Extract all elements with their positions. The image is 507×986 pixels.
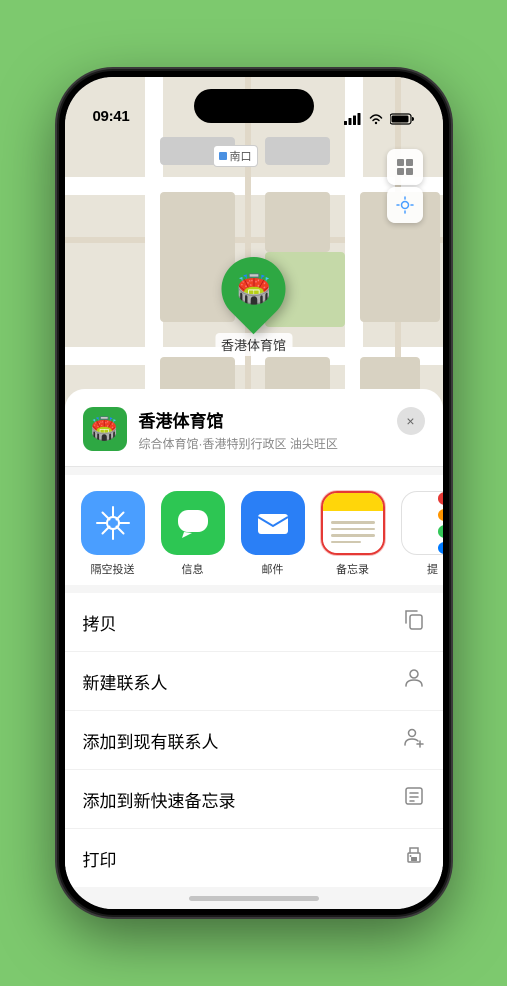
signal-icon bbox=[344, 113, 362, 125]
messages-label: 信息 bbox=[182, 561, 204, 577]
mail-icon bbox=[241, 491, 305, 555]
mail-label: 邮件 bbox=[262, 561, 284, 577]
action-new-contact-label: 新建联系人 bbox=[83, 669, 168, 694]
stadium-pin: 🏟️ bbox=[208, 244, 299, 335]
action-copy[interactable]: 拷贝 bbox=[65, 593, 443, 652]
action-add-existing-label: 添加到现有联系人 bbox=[83, 728, 219, 753]
more-label: 提 bbox=[427, 561, 438, 577]
home-bar bbox=[189, 896, 319, 901]
print-icon bbox=[403, 844, 425, 872]
venue-name: 香港体育馆 bbox=[139, 407, 385, 432]
person-add-icon bbox=[403, 726, 425, 754]
close-icon: × bbox=[406, 413, 414, 429]
notes-label: 备忘录 bbox=[336, 561, 369, 577]
share-item-more[interactable]: 提 bbox=[401, 491, 443, 577]
action-copy-label: 拷贝 bbox=[83, 610, 117, 635]
map-label: 南口 bbox=[213, 145, 258, 167]
share-item-notes[interactable]: 备忘录 bbox=[321, 491, 385, 577]
location-button[interactable] bbox=[387, 187, 423, 223]
wifi-icon bbox=[368, 113, 384, 125]
share-item-airdrop[interactable]: 隔空投送 bbox=[81, 491, 145, 577]
dynamic-island bbox=[194, 89, 314, 123]
venue-info: 香港体育馆 综合体育馆·香港特别行政区 油尖旺区 bbox=[139, 407, 385, 452]
share-item-mail[interactable]: 邮件 bbox=[241, 491, 305, 577]
stadium-marker: 🏟️ 香港体育馆 bbox=[215, 257, 292, 356]
action-quick-note[interactable]: 添加到新快速备忘录 bbox=[65, 770, 443, 829]
airdrop-icon bbox=[81, 491, 145, 555]
memo-icon bbox=[403, 785, 425, 813]
action-quick-note-label: 添加到新快速备忘录 bbox=[83, 787, 236, 812]
venue-header: 🏟️ 香港体育馆 综合体育馆·香港特别行政区 油尖旺区 × bbox=[65, 389, 443, 467]
close-button[interactable]: × bbox=[397, 407, 425, 435]
battery-icon bbox=[390, 113, 415, 125]
map-controls bbox=[387, 149, 423, 223]
share-row: 隔空投送 信息 bbox=[65, 475, 443, 585]
action-print[interactable]: 打印 bbox=[65, 829, 443, 887]
messages-icon bbox=[161, 491, 225, 555]
phone-screen: 09:41 bbox=[65, 77, 443, 909]
copy-icon bbox=[403, 608, 425, 636]
action-new-contact[interactable]: 新建联系人 bbox=[65, 652, 443, 711]
action-add-existing-contact[interactable]: 添加到现有联系人 bbox=[65, 711, 443, 770]
bottom-sheet: 🏟️ 香港体育馆 综合体育馆·香港特别行政区 油尖旺区 × bbox=[65, 389, 443, 909]
map-type-button[interactable] bbox=[387, 149, 423, 185]
share-item-messages[interactable]: 信息 bbox=[161, 491, 225, 577]
action-print-label: 打印 bbox=[83, 846, 117, 871]
stadium-label: 香港体育馆 bbox=[215, 333, 292, 356]
more-icon bbox=[401, 491, 443, 555]
venue-icon: 🏟️ bbox=[83, 407, 127, 451]
person-icon bbox=[403, 667, 425, 695]
airdrop-label: 隔空投送 bbox=[91, 561, 135, 577]
action-list: 拷贝 新建联系人 bbox=[65, 593, 443, 887]
phone-frame: 09:41 bbox=[59, 71, 449, 915]
venue-subtitle: 综合体育馆·香港特别行政区 油尖旺区 bbox=[139, 435, 385, 452]
notes-icon bbox=[321, 491, 385, 555]
status-icons bbox=[344, 113, 415, 125]
status-time: 09:41 bbox=[93, 108, 130, 125]
